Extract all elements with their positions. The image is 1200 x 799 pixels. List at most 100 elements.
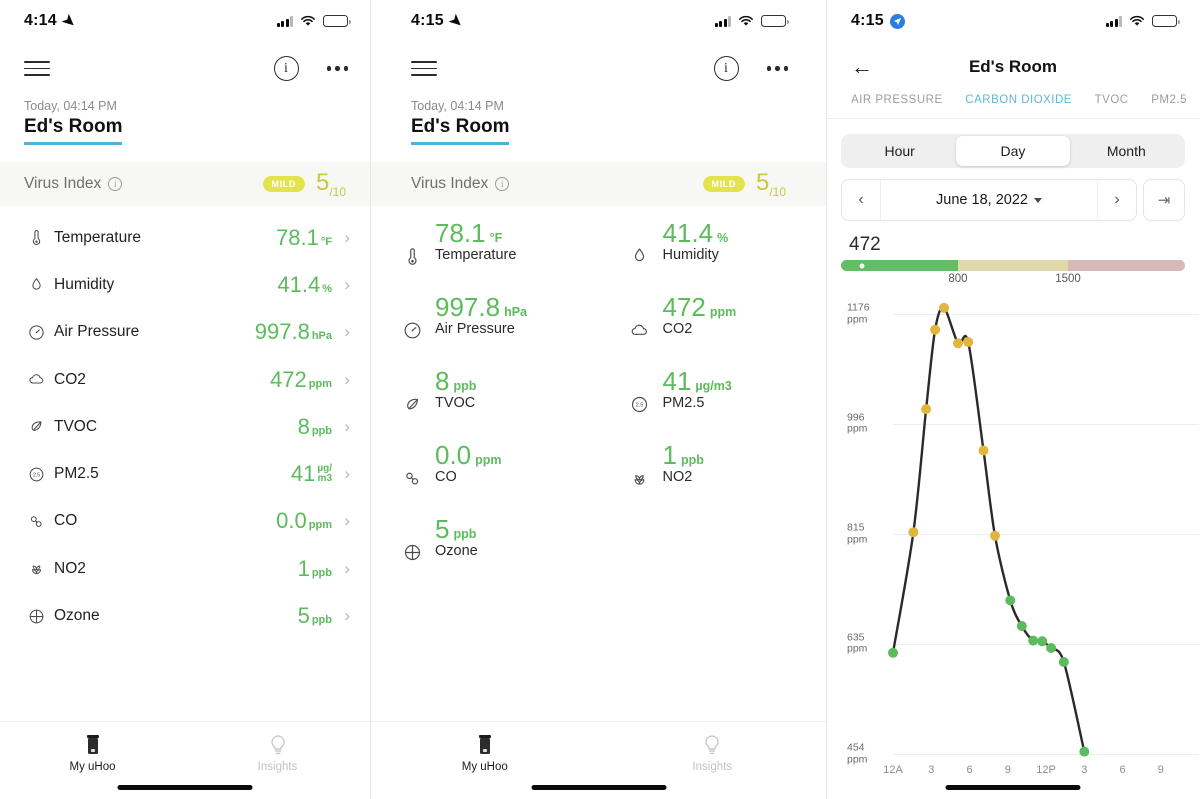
- info-circle-icon[interactable]: i: [713, 56, 739, 82]
- gauge-icon: [404, 322, 420, 339]
- list-item[interactable]: Air Pressure 997.8 hPa ›: [0, 309, 370, 356]
- nav-actions: i: [713, 56, 788, 82]
- list-item[interactable]: Ozone 5 ppb ›: [0, 592, 370, 639]
- hamburger-menu-icon[interactable]: [24, 56, 50, 81]
- chevron-left-icon[interactable]: ‹: [842, 191, 880, 209]
- chevron-right-icon[interactable]: ›: [332, 464, 350, 484]
- location-arrow-icon: ➤: [58, 10, 80, 32]
- metric-card[interactable]: 78.1 °F Temperature: [371, 218, 599, 294]
- globe-icon: [29, 609, 43, 623]
- more-options-icon[interactable]: [766, 66, 788, 71]
- hamburger-menu-icon[interactable]: [411, 56, 437, 81]
- metric-name: Air Pressure: [435, 321, 515, 338]
- chevron-right-icon[interactable]: ›: [332, 228, 350, 248]
- device-icon: [86, 735, 99, 754]
- cloud-icon: [627, 294, 653, 368]
- segment-hour[interactable]: Hour: [843, 136, 956, 166]
- metric-card[interactable]: 2.5 41 µg/m3 PM2.5: [599, 366, 827, 442]
- metric-card-body: 472 ppm CO2: [661, 292, 736, 368]
- metric-name: NO2: [662, 469, 693, 486]
- molecule-icon: [399, 442, 425, 516]
- range-marker: [859, 263, 865, 268]
- metric-name: TVOC: [54, 417, 98, 435]
- info-circle-icon[interactable]: i: [273, 56, 299, 82]
- tab-air-pressure[interactable]: AIR PRESSURE: [851, 94, 943, 106]
- metric-unit: hPa: [504, 305, 528, 320]
- metric-value: 1 ppb: [297, 555, 332, 581]
- header-timestamp: Today, 04:14 PM: [411, 99, 504, 114]
- particle-2-5-icon: 2.5: [29, 467, 43, 482]
- metric-value: 5 ppb: [297, 603, 332, 629]
- chevron-right-icon[interactable]: ›: [332, 370, 350, 390]
- list-item[interactable]: CO 0.0 ppm ›: [0, 498, 370, 545]
- header-title-block: Today, 04:14 PM Ed's Room: [371, 87, 826, 146]
- tab-pm2-5[interactable]: PM2.5: [1151, 94, 1187, 106]
- location-badge-icon: [889, 13, 905, 29]
- metric-value: 78.1 °F: [435, 218, 503, 249]
- virus-index-bar[interactable]: Virus Index i MILD 5/10: [0, 162, 370, 207]
- metric-card-body: 0.0 ppm CO: [433, 440, 502, 516]
- jump-to-today-icon[interactable]: ⇥: [1143, 179, 1185, 221]
- chevron-right-icon[interactable]: ›: [1098, 191, 1136, 209]
- list-item[interactable]: CO2 472 ppm ›: [0, 356, 370, 403]
- metric-card[interactable]: 1 ppb NO2: [599, 440, 827, 516]
- svg-text:2.5: 2.5: [636, 403, 644, 409]
- metric-name: CO: [54, 512, 78, 530]
- more-options-icon[interactable]: [326, 66, 348, 71]
- leaf-icon: [31, 421, 41, 432]
- metric-card-body: 997.8 hPa Air Pressure: [433, 292, 528, 368]
- chevron-right-icon[interactable]: ›: [332, 322, 350, 342]
- date-navigator: ‹ June 18, 2022 › ⇥: [841, 179, 1185, 221]
- time-range-segmented-control: Hour Day Month: [841, 134, 1185, 168]
- back-arrow-icon[interactable]: ←: [851, 56, 873, 78]
- segment-day[interactable]: Day: [956, 136, 1070, 166]
- segment-month[interactable]: Month: [1070, 136, 1183, 166]
- globe-icon: [24, 607, 48, 626]
- metric-unit: hPa: [311, 330, 332, 343]
- metric-name: CO2: [662, 321, 693, 338]
- list-item[interactable]: TVOC 8 ppb ›: [0, 403, 370, 450]
- virus-index-bar[interactable]: Virus Index i MILD 5/10: [371, 162, 826, 207]
- wifi-icon: [300, 15, 316, 27]
- status-indicators: [714, 15, 789, 27]
- chart-line-series: [888, 302, 1090, 757]
- chevron-right-icon[interactable]: ›: [332, 275, 350, 295]
- list-item[interactable]: Humidity 41.4% ›: [0, 261, 370, 308]
- metric-card[interactable]: 41.4% Humidity: [599, 218, 827, 294]
- chevron-right-icon[interactable]: ›: [332, 606, 350, 626]
- metric-name: Humidity: [54, 276, 115, 293]
- page-title[interactable]: Ed's Room: [411, 116, 510, 146]
- chevron-right-icon[interactable]: ›: [332, 511, 350, 531]
- cellular-signal-icon: [1105, 15, 1122, 27]
- gauge-icon: [399, 294, 425, 368]
- tab-tvoc[interactable]: TVOC: [1095, 94, 1129, 106]
- tab-carbon-dioxide[interactable]: CARBON DIOXIDE: [965, 94, 1072, 106]
- metric-card[interactable]: 472 ppm CO2: [599, 292, 827, 368]
- status-indicators: [1105, 15, 1180, 27]
- chevron-right-icon[interactable]: ›: [332, 417, 350, 437]
- page-title: Ed's Room: [968, 57, 1058, 76]
- metric-card[interactable]: 5 ppb Ozone: [371, 514, 599, 590]
- droplet-icon: [24, 276, 48, 295]
- status-time-group: 4:14 ➤: [24, 11, 79, 32]
- metric-card[interactable]: 0.0 ppm CO: [371, 440, 599, 516]
- list-item[interactable]: NO2 1 ppb ›: [0, 545, 370, 592]
- plant-icon: [31, 565, 41, 575]
- metric-grid: 78.1 °F Temperature 41.4% Humidity 997.8 h…: [371, 206, 826, 590]
- metric-card[interactable]: 8 ppb TVOC: [371, 366, 599, 442]
- chevron-right-icon[interactable]: ›: [332, 559, 350, 579]
- list-item[interactable]: Temperature 78.1 °F ›: [0, 214, 370, 261]
- metric-name: PM2.5: [54, 465, 99, 483]
- info-icon[interactable]: i: [495, 177, 510, 192]
- thermometer-icon: [407, 248, 417, 265]
- metric-unit: ppb: [680, 453, 704, 468]
- metric-card[interactable]: 997.8 hPa Air Pressure: [371, 292, 599, 368]
- page-title[interactable]: Ed's Room: [24, 116, 123, 146]
- nav-bar: i: [0, 42, 370, 87]
- threshold-800: 800: [948, 273, 968, 285]
- info-icon[interactable]: i: [108, 177, 123, 192]
- list-item[interactable]: 2.5 PM2.5 41 µg/m3 ›: [0, 451, 370, 498]
- thermometer-icon: [24, 228, 48, 247]
- date-selector[interactable]: June 18, 2022: [880, 180, 1098, 220]
- status-badge: MILD: [702, 176, 745, 193]
